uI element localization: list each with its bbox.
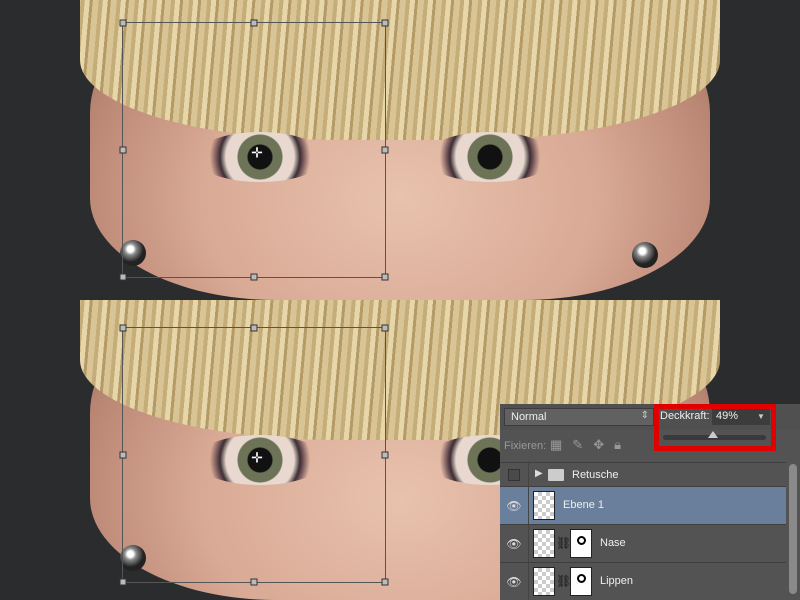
earring-right [632, 242, 658, 268]
blend-mode-select[interactable]: Normal ⇕ [504, 408, 654, 426]
transform-box[interactable]: ✛ [119, 19, 389, 281]
eye-icon[interactable]: 👁︎ [500, 525, 529, 562]
lock-label: Fixieren: [504, 440, 547, 452]
lock-icon[interactable]: 🔒︎ [614, 437, 621, 453]
layer-nase[interactable]: 👁︎ ⛓ Nase [500, 524, 786, 562]
handle[interactable] [119, 451, 127, 459]
right-eye [425, 132, 555, 182]
visibility-toggle[interactable] [500, 463, 529, 486]
layer-mask-thumbnail[interactable] [570, 529, 592, 558]
layers-panel: Normal ⇕ Deckkraft: 49% ▼ Fixieren: ▦ ✎ ✥… [500, 404, 800, 600]
chain-link-icon[interactable]: ⛓ [556, 536, 571, 550]
handle[interactable] [381, 19, 389, 27]
handle[interactable] [381, 273, 389, 281]
layer-thumbnail [533, 491, 555, 520]
layer-thumbnail [533, 567, 555, 596]
updown-icon: ⇕ [640, 410, 649, 421]
handle[interactable] [250, 578, 258, 586]
eye-icon[interactable]: 👁︎ [500, 487, 529, 524]
handle[interactable] [250, 324, 258, 332]
brush-lock-icon[interactable]: ✎ [572, 437, 583, 453]
handle[interactable] [119, 273, 127, 281]
layer-name: Ebene 1 [563, 499, 604, 511]
handle[interactable] [119, 324, 127, 332]
crosshair-icon: ✛ [251, 449, 263, 466]
blend-mode-value: Normal [511, 411, 547, 423]
handle[interactable] [381, 451, 389, 459]
crosshair-icon: ✛ [251, 144, 263, 161]
expand-triangle-icon[interactable]: ▶ [535, 468, 543, 479]
handle[interactable] [119, 146, 127, 154]
layer-list: ▶ Retusche 👁︎ Ebene 1 👁︎ ⛓ Nase 👁︎ ⛓ Lip… [500, 462, 786, 600]
layer-ebene-1[interactable]: 👁︎ Ebene 1 [500, 486, 786, 524]
handle[interactable] [381, 578, 389, 586]
layer-name: Lippen [600, 575, 634, 587]
layer-name: Retusche [572, 469, 619, 481]
layer-lippen[interactable]: 👁︎ ⛓ Lippen [500, 562, 786, 600]
canvas-before: ✛ [0, 0, 800, 300]
transparency-lock-icon[interactable]: ▦ [550, 437, 562, 453]
transform-box[interactable]: ✛ [119, 324, 389, 586]
visibility-checkbox[interactable] [508, 468, 520, 481]
handle[interactable] [381, 324, 389, 332]
handle[interactable] [119, 578, 127, 586]
handle[interactable] [381, 146, 389, 154]
layer-thumbnail [533, 529, 555, 558]
chain-link-icon[interactable]: ⛓ [556, 574, 571, 588]
handle[interactable] [119, 19, 127, 27]
move-lock-icon[interactable]: ✥ [593, 437, 604, 453]
layer-name: Nase [600, 537, 626, 549]
handle[interactable] [250, 19, 258, 27]
scrollbar[interactable] [789, 464, 797, 594]
handle[interactable] [250, 273, 258, 281]
highlight-box [654, 404, 776, 451]
layer-mask-thumbnail[interactable] [570, 567, 592, 596]
folder-icon [548, 469, 564, 481]
layer-group-retusche[interactable]: ▶ Retusche [500, 462, 786, 486]
eye-icon[interactable]: 👁︎ [500, 563, 529, 600]
